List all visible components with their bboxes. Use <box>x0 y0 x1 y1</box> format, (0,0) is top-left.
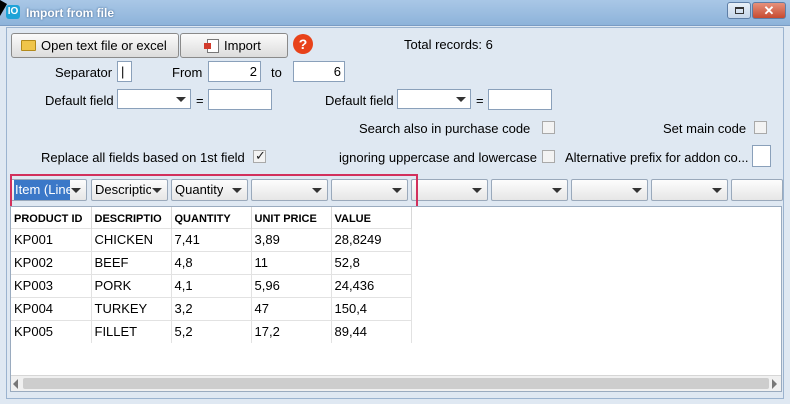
maximize-icon <box>735 7 744 14</box>
total-records-label: Total records: 6 <box>404 37 493 52</box>
search-purchase-label: Search also in purchase code <box>359 121 531 136</box>
table-cell: 3,89 <box>251 227 332 251</box>
table-cell: FILLET <box>91 319 172 343</box>
table-row[interactable]: KP005 FILLET 5,2 17,2 89,44 <box>11 319 412 343</box>
replace-fields-label: Replace all fields based on 1st field <box>41 150 245 165</box>
chevron-down-icon <box>472 188 482 193</box>
table-cell: 5,2 <box>171 319 252 343</box>
replace-fields-checkbox[interactable] <box>253 148 266 164</box>
table-cell: 11 <box>251 250 332 274</box>
table-row[interactable]: KP002 BEEF 4,8 11 52,8 <box>11 250 412 274</box>
table-cell: 5,96 <box>251 273 332 297</box>
document-icon <box>204 38 219 53</box>
table-cell: TURKEY <box>91 296 172 320</box>
chevron-down-icon <box>176 97 186 102</box>
column-header: UNIT PRICE <box>251 207 332 228</box>
column-select-10[interactable] <box>731 179 783 201</box>
title-bar: IO Import from file ✕ <box>0 0 790 26</box>
scrollbar-thumb[interactable] <box>23 378 769 389</box>
default-field-label-1: Default field <box>45 93 114 108</box>
ignore-case-checkbox[interactable] <box>542 150 555 163</box>
table-cell: 3,2 <box>171 296 252 320</box>
equals-sign-1: = <box>196 93 204 108</box>
table-cell: PORK <box>91 273 172 297</box>
column-header: VALUE <box>331 207 412 228</box>
table-cell: 52,8 <box>331 250 412 274</box>
default-field-value-2[interactable] <box>488 89 552 110</box>
window-title: Import from file <box>26 6 115 20</box>
column-select-6[interactable] <box>411 179 488 201</box>
table-header-row: PRODUCT ID DESCRIPTIO QUANTITY UNIT PRIC… <box>11 207 412 228</box>
table-cell: 17,2 <box>251 319 332 343</box>
chevron-down-icon <box>632 188 642 193</box>
ignore-case-label: ignoring uppercase and lowercase <box>339 150 538 165</box>
alt-prefix-input[interactable] <box>752 145 771 167</box>
open-file-button[interactable]: Open text file or excel <box>11 33 179 58</box>
table-row[interactable]: KP004 TURKEY 3,2 47 150,4 <box>11 296 412 320</box>
total-records-text: Total records: <box>404 37 483 52</box>
default-field-select-1[interactable] <box>117 89 191 109</box>
equals-sign-2: = <box>476 93 484 108</box>
column-header: QUANTITY <box>171 207 252 228</box>
default-field-label-2: Default field <box>325 93 394 108</box>
import-label: Import <box>224 38 261 53</box>
chevron-down-icon <box>456 97 466 102</box>
set-main-code-checkbox[interactable] <box>754 121 767 134</box>
table-row[interactable]: KP003 PORK 4,1 5,96 24,436 <box>11 273 412 297</box>
open-file-label: Open text file or excel <box>41 38 167 53</box>
column-header: DESCRIPTIO <box>91 207 172 228</box>
table-cell: 24,436 <box>331 273 412 297</box>
table-row[interactable]: KP001 CHICKEN 7,41 3,89 28,8249 <box>11 227 412 251</box>
alt-prefix-label: Alternative prefix for addon co... <box>565 150 749 165</box>
table-cell: 28,8249 <box>331 227 412 251</box>
help-icon[interactable]: ? <box>293 34 313 54</box>
column-select-7[interactable] <box>491 179 568 201</box>
chevron-down-icon <box>712 188 722 193</box>
from-input[interactable]: 2 <box>208 61 261 82</box>
column-select-8[interactable] <box>571 179 648 201</box>
data-table: PRODUCT ID DESCRIPTIO QUANTITY UNIT PRIC… <box>11 207 412 343</box>
table-cell: KP005 <box>11 319 92 343</box>
default-field-value-1[interactable] <box>208 89 272 110</box>
to-label: to <box>271 65 282 80</box>
default-field-select-2[interactable] <box>397 89 471 109</box>
search-purchase-checkbox[interactable] <box>542 121 555 134</box>
set-main-code-label: Set main code <box>663 121 747 136</box>
mouse-cursor-icon <box>0 0 7 16</box>
column-header: PRODUCT ID <box>11 207 92 228</box>
dialog-body: Open text file or excel Import ? Total r… <box>6 27 784 399</box>
table-cell: KP003 <box>11 273 92 297</box>
scroll-right-icon[interactable] <box>772 379 777 389</box>
table-cell: 89,44 <box>331 319 412 343</box>
import-button[interactable]: Import <box>180 33 288 58</box>
table-cell: 4,8 <box>171 250 252 274</box>
scroll-left-icon[interactable] <box>13 379 18 389</box>
total-records-value: 6 <box>485 37 493 52</box>
from-label: From <box>172 65 203 80</box>
table-cell: 47 <box>251 296 332 320</box>
maximize-button[interactable] <box>727 2 751 19</box>
app-icon: IO <box>6 5 20 19</box>
table-cell: KP004 <box>11 296 92 320</box>
column-select-9[interactable] <box>651 179 728 201</box>
table-cell: 150,4 <box>331 296 412 320</box>
table-cell: KP001 <box>11 227 92 251</box>
separator-input[interactable]: | <box>117 61 132 82</box>
highlight-annotation <box>10 174 418 208</box>
table-cell: 7,41 <box>171 227 252 251</box>
chevron-down-icon <box>552 188 562 193</box>
to-input[interactable]: 6 <box>293 61 345 82</box>
table-cell: 4,1 <box>171 273 252 297</box>
horizontal-scrollbar[interactable] <box>11 375 781 391</box>
table-cell: KP002 <box>11 250 92 274</box>
close-button[interactable]: ✕ <box>752 2 786 19</box>
data-grid: PRODUCT ID DESCRIPTIO QUANTITY UNIT PRIC… <box>10 206 782 392</box>
separator-label: Separator <box>55 65 113 80</box>
table-cell: BEEF <box>91 250 172 274</box>
folder-icon <box>21 40 36 52</box>
table-cell: CHICKEN <box>91 227 172 251</box>
